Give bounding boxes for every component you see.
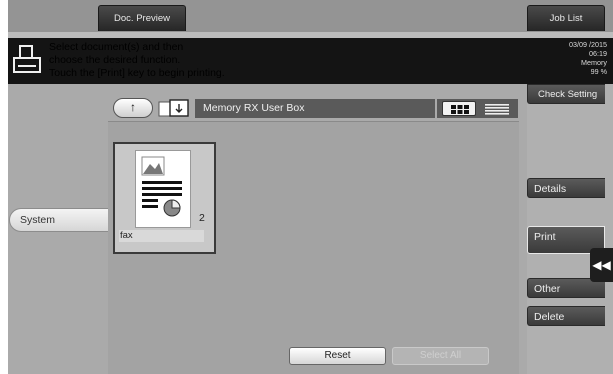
- details-button[interactable]: Details: [527, 178, 605, 198]
- job-list-tab[interactable]: Job List: [527, 5, 605, 31]
- thumbnail-view-icon[interactable]: [442, 101, 476, 116]
- printer-icon: [13, 45, 41, 73]
- message-line-1: Select document(s) and then: [49, 41, 184, 53]
- memory-label: Memory: [581, 58, 607, 67]
- check-setting-button[interactable]: Check Setting: [527, 84, 605, 104]
- select-all-button[interactable]: Select All: [392, 347, 489, 365]
- reset-button[interactable]: Reset: [289, 347, 386, 365]
- document-card[interactable]: 2 fax: [113, 142, 216, 254]
- message-line-2: choose the desired function.: [49, 54, 181, 66]
- double-chevron-left-icon[interactable]: ◀◀: [590, 248, 613, 282]
- system-tab[interactable]: System: [9, 208, 113, 232]
- doc-preview-tab[interactable]: Doc. Preview: [98, 5, 186, 31]
- document-name: fax: [119, 230, 204, 242]
- message-line-3: Touch the [Print] key to begin printing.: [49, 67, 225, 79]
- page-count: 2: [199, 212, 205, 224]
- user-box-icon: [158, 99, 189, 117]
- list-view-icon[interactable]: [480, 101, 514, 116]
- status-time: 06:19: [589, 49, 607, 58]
- status-readout: 03/09 /2015 06:19 Memory 99 %: [569, 40, 607, 76]
- status-date: 03/09 /2015: [569, 40, 607, 49]
- document-thumbnail-icon: [135, 150, 191, 228]
- view-toggle: [437, 99, 518, 118]
- memory-value: 99 %: [590, 67, 607, 76]
- message-text: Select document(s) and then choose the d…: [49, 41, 225, 80]
- breadcrumb: Memory RX User Box: [195, 99, 435, 118]
- delete-button[interactable]: Delete: [527, 306, 605, 326]
- up-arrow-icon[interactable]: ↑: [113, 98, 153, 118]
